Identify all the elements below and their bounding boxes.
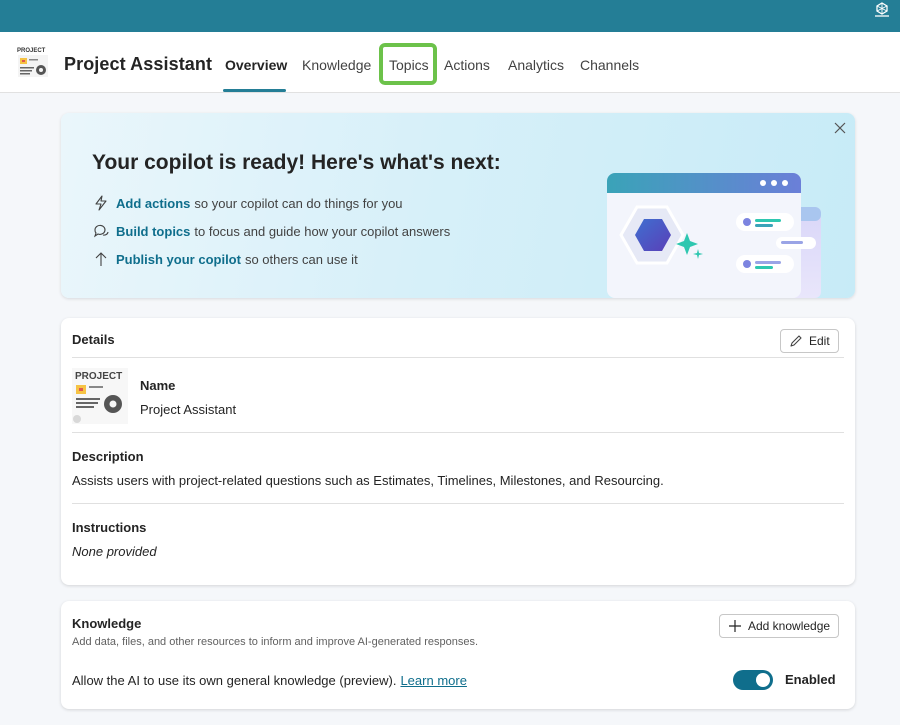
- banner-item-text: to focus and guide how your copilot answ…: [194, 223, 451, 239]
- edit-label: Edit: [809, 334, 830, 348]
- pencil-icon: [790, 335, 802, 347]
- project-logo-icon: PROJECT: [72, 368, 128, 424]
- publish-copilot-link[interactable]: Publish your copilot: [116, 252, 241, 267]
- top-bar: [0, 0, 900, 32]
- copilot-illustration: [607, 173, 821, 298]
- svg-text:PROJECT: PROJECT: [75, 371, 122, 382]
- topics-tab-highlight: [379, 43, 437, 85]
- knowledge-card: Knowledge Add data, files, and other res…: [61, 601, 855, 709]
- learn-more-link[interactable]: Learn more: [400, 673, 466, 688]
- tab-actions[interactable]: Actions: [444, 57, 490, 73]
- name-value: Project Assistant: [140, 402, 237, 417]
- details-title: Details: [72, 332, 115, 347]
- knowledge-subtitle: Add data, files, and other resources to …: [72, 636, 479, 648]
- build-topics-link[interactable]: Build topics: [116, 224, 190, 239]
- add-knowledge-label: Add knowledge: [748, 619, 831, 633]
- instructions-label: Instructions: [72, 520, 147, 535]
- edit-button[interactable]: Edit: [780, 329, 839, 353]
- description-value: Assists users with project-related quest…: [72, 473, 664, 488]
- chat-bubbles-icon: [93, 224, 109, 238]
- general-knowledge-toggle[interactable]: [733, 670, 773, 690]
- add-actions-link[interactable]: Add actions: [116, 196, 190, 211]
- close-icon[interactable]: [833, 121, 847, 135]
- banner-item-text: so others can use it: [244, 251, 358, 267]
- toggle-status-label: Enabled: [785, 672, 836, 687]
- tab-channels[interactable]: Channels: [580, 57, 639, 73]
- knowledge-title: Knowledge: [72, 616, 142, 631]
- details-card: Details Edit PROJECT Name Project Assist…: [61, 318, 855, 585]
- tab-knowledge[interactable]: Knowledge: [302, 57, 371, 73]
- active-tab-indicator: [223, 89, 286, 92]
- general-knowledge-text: Allow the AI to use its own general know…: [72, 673, 397, 688]
- banner-item-text: so your copilot can do things for you: [194, 195, 403, 211]
- general-knowledge-setting: Allow the AI to use its own general know…: [72, 673, 467, 688]
- app-header: PROJECT Project Assistant Overview Knowl…: [0, 32, 900, 93]
- banner-title: Your copilot is ready! Here's what's nex…: [92, 151, 501, 174]
- details-divider: [72, 432, 844, 433]
- banner-item-add-actions: Add actions so your copilot can do thing…: [93, 195, 403, 211]
- tab-analytics[interactable]: Analytics: [508, 57, 564, 73]
- add-knowledge-button[interactable]: Add knowledge: [719, 614, 840, 638]
- network-icon[interactable]: [873, 2, 891, 18]
- plus-icon: [729, 620, 741, 632]
- project-logo-icon: PROJECT: [17, 48, 48, 77]
- details-divider: [72, 357, 844, 358]
- toggle-knob: [756, 673, 770, 687]
- instructions-value: None provided: [72, 544, 157, 559]
- banner-item-publish: Publish your copilot so others can use i…: [93, 251, 358, 267]
- next-steps-banner: Your copilot is ready! Here's what's nex…: [61, 113, 855, 298]
- arrow-up-icon: [95, 252, 107, 266]
- banner-item-build-topics: Build topics to focus and guide how your…: [93, 223, 450, 239]
- details-divider: [72, 503, 844, 504]
- svg-text:PROJECT: PROJECT: [17, 48, 46, 54]
- tab-overview[interactable]: Overview: [225, 57, 287, 73]
- name-label: Name: [140, 378, 176, 393]
- lightning-icon: [95, 195, 107, 211]
- description-label: Description: [72, 449, 144, 464]
- app-title: Project Assistant: [64, 54, 213, 74]
